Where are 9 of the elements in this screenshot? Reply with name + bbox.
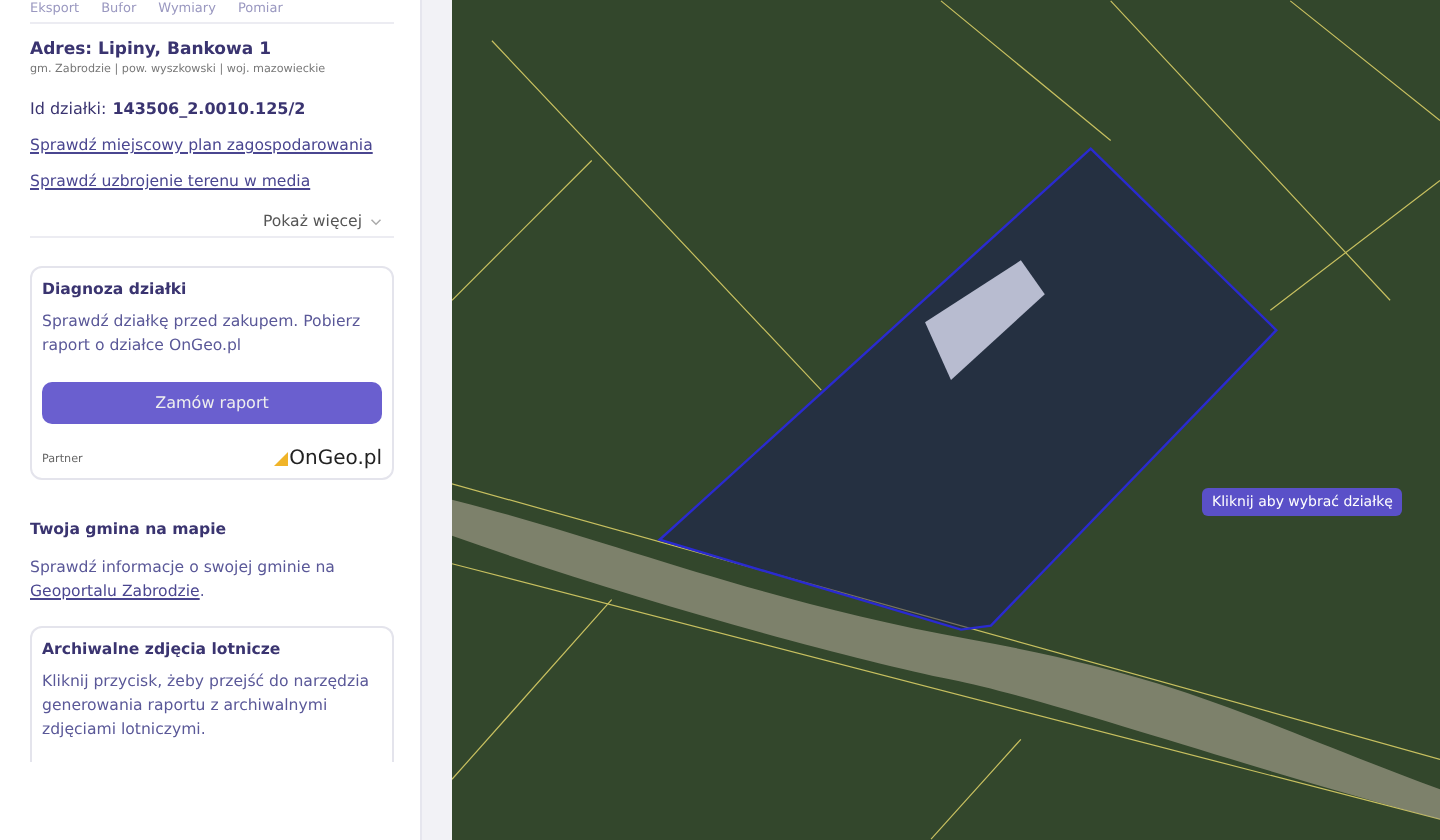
parcel-id-value: 143506_2.0010.125/2 xyxy=(112,100,306,118)
address-title: Adres: Lipiny, Bankowa 1 xyxy=(30,40,273,60)
order-report-button[interactable]: Zamów raport xyxy=(42,382,382,424)
chevron-down-icon xyxy=(370,217,382,225)
triangle-logo-icon xyxy=(273,452,288,466)
building-roof-drawing xyxy=(925,260,1045,381)
logo-text: OnGeo.pl xyxy=(289,448,382,470)
parcel-id-label: Id działki: xyxy=(30,100,107,118)
scrollbar[interactable] xyxy=(420,0,452,840)
